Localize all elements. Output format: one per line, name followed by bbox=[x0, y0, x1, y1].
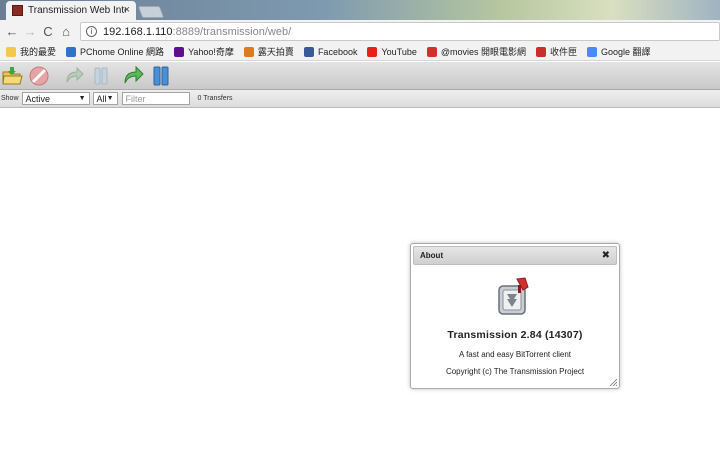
bookmark-pchome[interactable]: PChome Online 網路 bbox=[66, 45, 164, 58]
new-tab-button[interactable] bbox=[137, 6, 165, 18]
app-version-title: Transmission 2.84 (14307) bbox=[447, 329, 583, 341]
pause-icon bbox=[94, 67, 108, 85]
bookmark-label: 露天拍賣 bbox=[257, 47, 294, 57]
forward-button[interactable]: → bbox=[22, 23, 38, 39]
transmission-toolbar bbox=[0, 62, 720, 90]
url-host: 192.168.1.110 bbox=[103, 25, 173, 38]
transfers-count: 0 Transfers bbox=[197, 95, 233, 102]
facebook-icon bbox=[303, 46, 314, 57]
gmail-icon bbox=[536, 46, 546, 57]
bookmark-gmail[interactable]: 收件匣 bbox=[536, 45, 577, 58]
bookmark-label: Yahoo!奇摩 bbox=[188, 47, 234, 57]
bookmark-yahoo[interactable]: Yahoo!奇摩 bbox=[174, 45, 234, 58]
transmission-favicon-icon bbox=[12, 5, 23, 16]
google-translate-icon bbox=[587, 46, 598, 57]
yahoo-icon bbox=[174, 46, 185, 57]
bookmark-google-translate[interactable]: Google 翻譯 bbox=[587, 45, 651, 58]
site-info-icon[interactable]: i bbox=[86, 26, 97, 37]
play-icon bbox=[66, 66, 84, 83]
about-dialog: About ✖ Transmission 2.84 (14307) A fast… bbox=[410, 243, 620, 389]
folder-open-icon bbox=[2, 67, 23, 85]
filter-bar: Show Active ▼ All ▼ Filter 0 Transfers bbox=[0, 90, 720, 108]
transmission-logo-icon bbox=[498, 277, 529, 315]
bookmark-facebook[interactable]: Facebook bbox=[303, 46, 358, 57]
chevron-down-icon: ▼ bbox=[106, 95, 114, 102]
bookmark-ruten[interactable]: 露天拍賣 bbox=[243, 45, 294, 58]
chevron-down-icon: ▼ bbox=[78, 95, 86, 102]
home-button[interactable]: ⌂ bbox=[58, 23, 74, 39]
filter-input[interactable]: Filter bbox=[121, 92, 190, 105]
atmovies-icon bbox=[426, 46, 437, 57]
play-all-icon bbox=[124, 65, 144, 84]
back-button[interactable]: ← bbox=[4, 23, 20, 39]
about-dialog-header: About ✖ bbox=[413, 246, 617, 265]
bookmark-label: Facebook bbox=[317, 46, 358, 57]
remove-torrent-button[interactable] bbox=[28, 65, 50, 87]
tracker-filter-value: All bbox=[96, 93, 107, 104]
address-bar[interactable]: i 192.168.1.110:8889/transmission/web/ bbox=[80, 22, 720, 41]
pause-all-icon bbox=[153, 66, 169, 86]
youtube-icon bbox=[367, 46, 378, 57]
tab-close-icon[interactable]: × bbox=[124, 4, 130, 16]
start-button[interactable] bbox=[63, 65, 85, 87]
bookmark-label: YouTube bbox=[381, 46, 417, 57]
tab-title: Transmission Web Inter bbox=[28, 5, 126, 16]
bookmark-youtube[interactable]: YouTube bbox=[367, 46, 417, 57]
pause-all-button[interactable] bbox=[150, 65, 172, 87]
bookmarks-bar: 我的最愛 PChome Online 網路 Yahoo!奇摩 露天拍賣 Facebook… bbox=[0, 43, 720, 61]
pause-button[interactable] bbox=[90, 65, 112, 87]
bookmark-label: @movies 開眼電影網 bbox=[440, 47, 526, 57]
show-label: Show bbox=[1, 95, 19, 102]
bookmark-atmovies[interactable]: @movies 開眼電影網 bbox=[426, 45, 526, 58]
open-torrent-button[interactable] bbox=[1, 65, 23, 87]
about-dialog-title: About bbox=[420, 251, 444, 260]
reload-button[interactable]: C bbox=[40, 23, 56, 39]
pchome-icon bbox=[66, 46, 77, 57]
bookmark-label: Google 翻譯 bbox=[601, 47, 651, 57]
state-filter-value: Active bbox=[25, 93, 51, 104]
close-icon[interactable]: ✖ bbox=[602, 250, 610, 261]
app-tagline: A fast and easy BitTorrent client bbox=[458, 350, 572, 359]
browser-toolbar: ← → C ⌂ i 192.168.1.110:8889/transmissio… bbox=[0, 20, 720, 43]
start-all-button[interactable] bbox=[123, 65, 145, 87]
copyright-text: Copyright (c) The Transmission Project bbox=[445, 367, 585, 376]
folder-icon bbox=[6, 46, 16, 57]
ruten-icon bbox=[243, 46, 254, 57]
tracker-filter-select[interactable]: All ▼ bbox=[92, 92, 118, 105]
resize-handle-icon[interactable] bbox=[609, 378, 617, 386]
remove-icon bbox=[29, 66, 49, 86]
bookmark-label: 我的最愛 bbox=[20, 47, 57, 57]
browser-tab-strip: Transmission Web Inter × bbox=[0, 0, 720, 20]
bookmark-label: 收件匣 bbox=[550, 47, 578, 57]
url-path: :8889/transmission/web/ bbox=[172, 25, 292, 38]
bookmark-label: PChome Online 網路 bbox=[80, 47, 165, 57]
bookmark-folder[interactable]: 我的最愛 bbox=[6, 45, 56, 58]
browser-tab[interactable]: Transmission Web Inter × bbox=[6, 1, 136, 20]
state-filter-select[interactable]: Active ▼ bbox=[21, 92, 90, 105]
